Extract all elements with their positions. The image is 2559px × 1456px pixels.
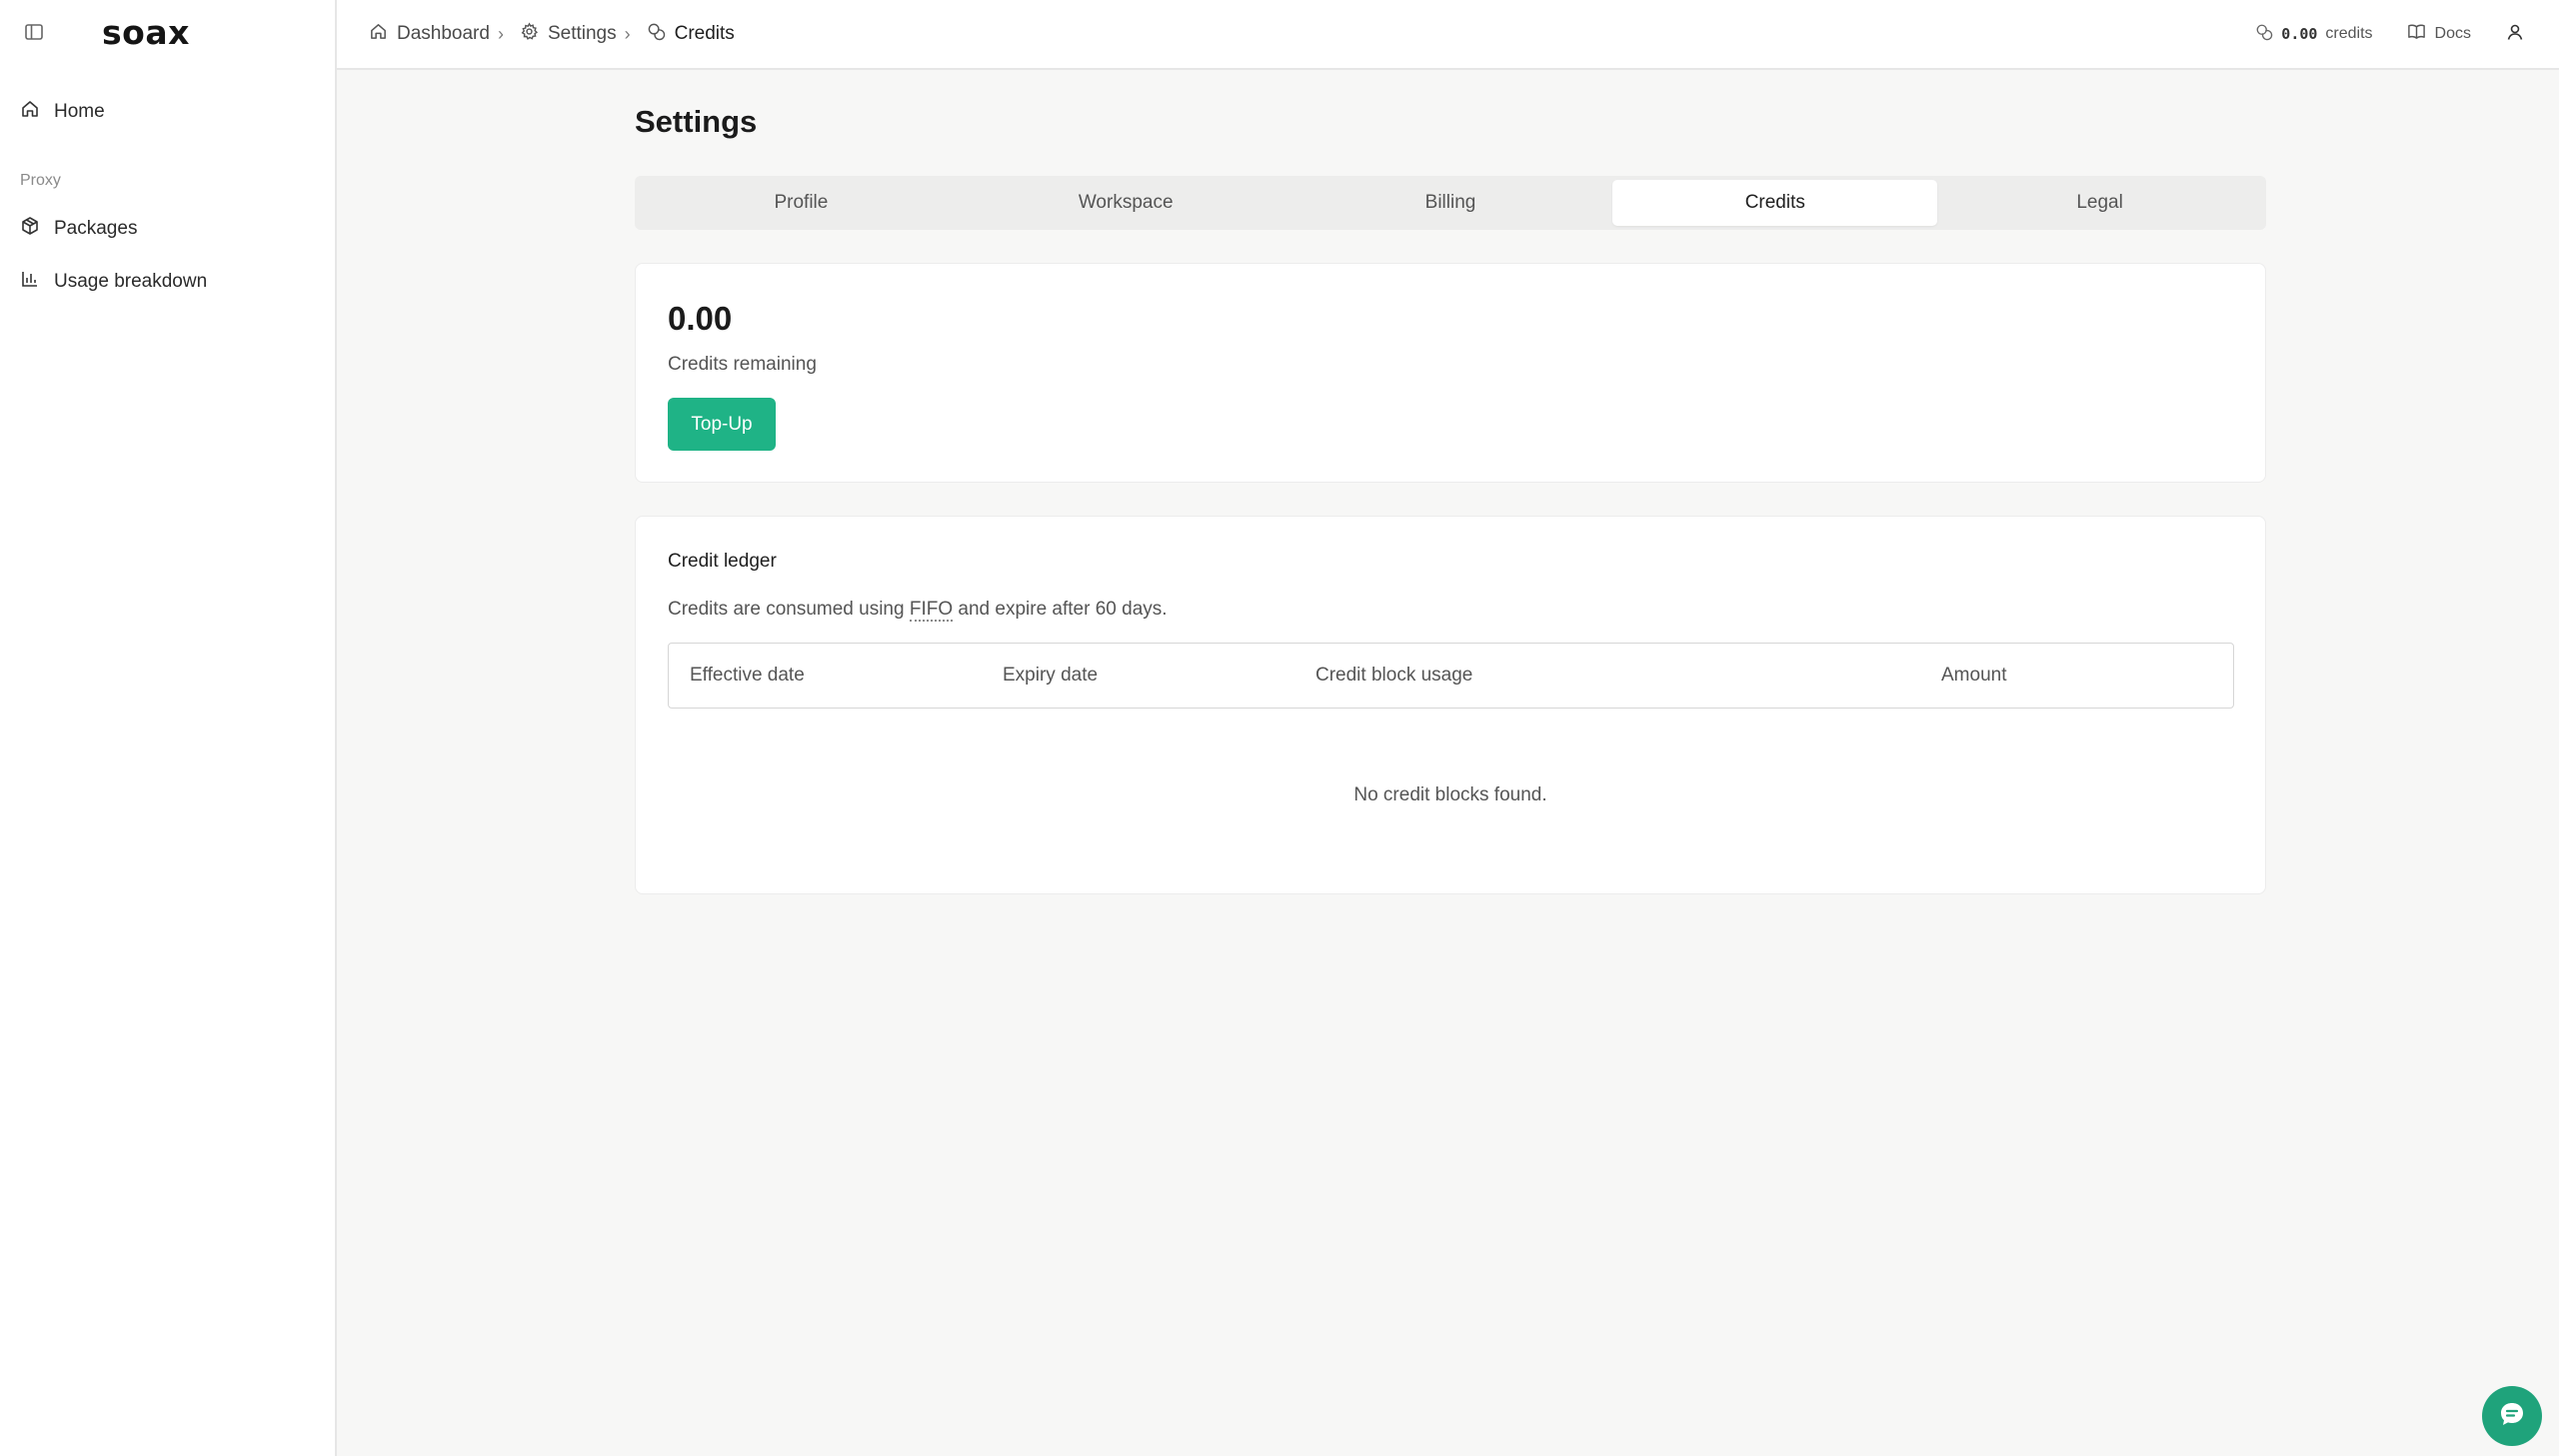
breadcrumb: Dashboard › Settings › Credits xyxy=(369,21,735,47)
tab-credits[interactable]: Credits xyxy=(1612,180,1938,226)
sidebar-item-label: Packages xyxy=(54,218,138,239)
book-icon xyxy=(2407,22,2426,46)
chat-support-button[interactable] xyxy=(2482,1386,2542,1446)
credits-value: 0.00 xyxy=(2281,25,2318,43)
sidebar-item-usage-breakdown[interactable]: Usage breakdown xyxy=(20,269,207,295)
sidebar-item-packages[interactable]: Packages xyxy=(20,216,137,242)
credits-balance-indicator[interactable]: 0.00 credits xyxy=(2255,23,2373,46)
tab-billing[interactable]: Billing xyxy=(1288,180,1613,226)
breadcrumb-label: Settings xyxy=(547,23,617,44)
column-header-expiry-date: Expiry date xyxy=(1003,665,1099,686)
brand-logo[interactable]: soax xyxy=(102,13,190,52)
tab-profile[interactable]: Profile xyxy=(639,180,964,226)
package-icon xyxy=(20,216,40,242)
sidebar-section-proxy: Proxy xyxy=(20,172,61,189)
breadcrumb-label: Credits xyxy=(674,23,735,44)
topbar-actions: 0.00 credits Docs xyxy=(2255,22,2525,47)
credit-ledger-description: Credits are consumed using FIFO and expi… xyxy=(668,599,1168,622)
home-icon xyxy=(20,99,40,125)
user-icon xyxy=(2505,22,2525,47)
docs-label: Docs xyxy=(2434,25,2471,42)
home-icon xyxy=(369,22,388,47)
breadcrumb-settings[interactable]: Settings xyxy=(520,21,617,47)
sidebar-item-label: Usage breakdown xyxy=(54,271,208,292)
column-header-amount: Amount xyxy=(1941,665,2007,686)
sidebar-item-home[interactable]: Home xyxy=(20,99,105,125)
sidebar: soax Home Proxy Packages Usage breakdown xyxy=(0,0,337,1456)
chevron-right-icon: › xyxy=(497,23,504,44)
page-title: Settings xyxy=(635,104,758,139)
fifo-abbreviation[interactable]: FIFO xyxy=(909,599,954,622)
topbar: Dashboard › Settings › Credits 0.00 cred… xyxy=(337,0,2559,70)
credits-remaining-value: 0.00 xyxy=(668,300,733,337)
credits-unit: credits xyxy=(2325,25,2373,42)
chevron-right-icon: › xyxy=(624,23,631,44)
column-header-effective-date: Effective date xyxy=(690,665,805,686)
breadcrumb-credits[interactable]: Credits xyxy=(647,22,735,47)
chat-icon xyxy=(2497,1399,2527,1434)
coins-icon xyxy=(2255,23,2273,46)
empty-state-message: No credit blocks found. xyxy=(1353,784,1547,805)
credit-ledger-card: Credit ledger Credits are consumed using… xyxy=(635,516,2266,894)
settings-tabs: Profile Workspace Billing Credits Legal xyxy=(635,176,2266,230)
docs-link[interactable]: Docs xyxy=(2407,22,2471,46)
top-up-button[interactable]: Top-Up xyxy=(668,398,776,451)
sidebar-header: soax xyxy=(0,0,335,64)
user-menu-button[interactable] xyxy=(2505,22,2525,47)
tab-legal[interactable]: Legal xyxy=(1937,180,2262,226)
ledger-desc-text: Credits are consumed using xyxy=(668,599,910,620)
coins-icon xyxy=(647,22,666,47)
credits-remaining-label: Credits remaining xyxy=(668,354,817,375)
gear-icon xyxy=(520,21,539,47)
tab-workspace[interactable]: Workspace xyxy=(964,180,1288,226)
breadcrumb-dashboard[interactable]: Dashboard xyxy=(369,22,490,47)
sidebar-toggle-icon[interactable] xyxy=(22,20,46,44)
credit-ledger-table-header: Effective date Expiry date Credit block … xyxy=(668,643,2234,709)
column-header-credit-block-usage: Credit block usage xyxy=(1315,665,1473,686)
breadcrumb-label: Dashboard xyxy=(397,23,490,44)
credits-balance-card: 0.00 Credits remaining Top-Up xyxy=(635,263,2266,483)
bar-chart-icon xyxy=(20,269,40,295)
sidebar-item-label: Home xyxy=(54,101,105,122)
credit-ledger-title: Credit ledger xyxy=(668,551,777,572)
ledger-desc-text: and expire after 60 days. xyxy=(953,599,1168,620)
